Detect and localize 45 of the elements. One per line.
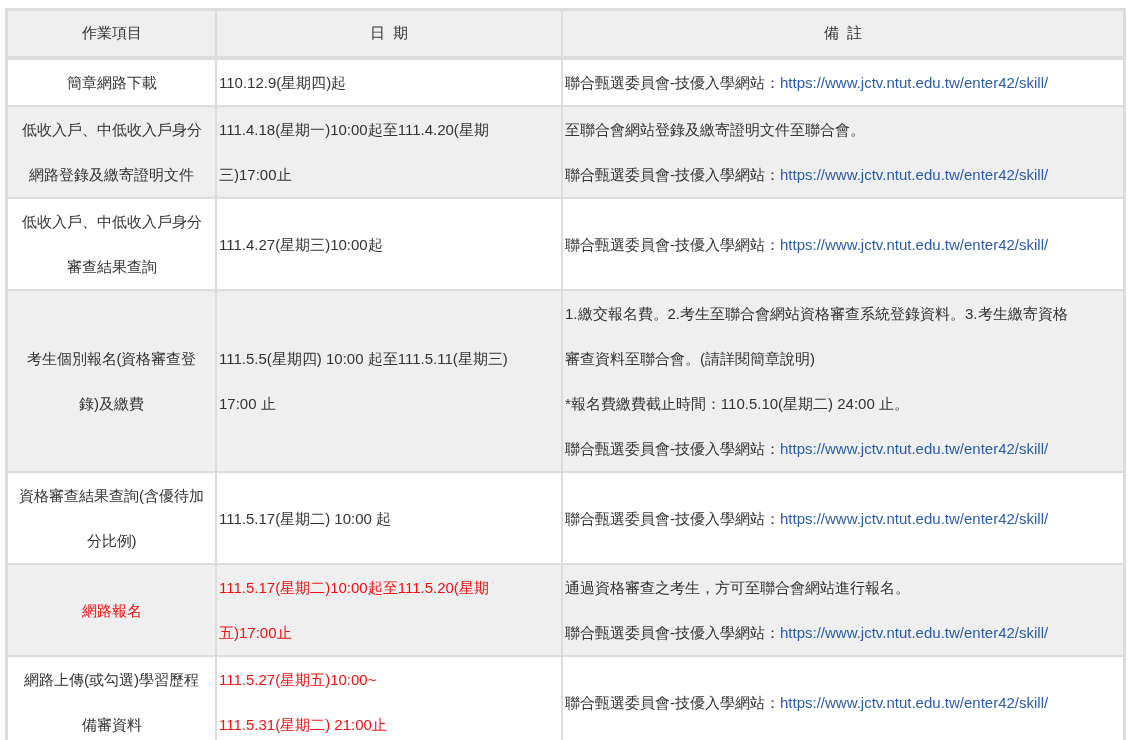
task-name: 網路上傳(或勾選)學習歷程 bbox=[23, 670, 200, 690]
note-text: 聯合甄選委員會-技優入學網站： bbox=[565, 166, 780, 183]
date-text: 三)17:00止 bbox=[219, 165, 293, 185]
note-text: 聯合甄選委員會-技優入學網站： bbox=[565, 693, 780, 711]
task-name: 低收入戶、中低收入戶身分 bbox=[20, 120, 203, 140]
note-text: 審查資料至聯合會。(請詳閱簡章說明) bbox=[565, 350, 815, 367]
date-text: 111.5.5(星期四) 10:00 起至111.5.11(星期三) bbox=[219, 349, 509, 369]
date-text: 111.5.31(星期二) 21:00止 bbox=[219, 715, 388, 735]
task-name: 考生個別報名(資格審查登 bbox=[25, 349, 198, 369]
task-name: 網路登錄及繳寄證明文件 bbox=[28, 165, 195, 185]
website-link[interactable]: https://www.jctv.ntut.edu.tw/enter42/skill/ bbox=[780, 624, 1049, 641]
note-text: 聯合甄選委員會-技優入學網站： bbox=[565, 235, 780, 253]
note-text: 聯合甄選委員會-技優入學網站： bbox=[565, 440, 780, 457]
date-text: 111.4.27(星期三)10:00起 bbox=[219, 234, 384, 255]
website-link[interactable]: https://www.jctv.ntut.edu.tw/enter42/skill/ bbox=[780, 235, 1049, 253]
column-header: 作業項目 bbox=[6, 9, 216, 58]
website-link[interactable]: https://www.jctv.ntut.edu.tw/enter42/skill/ bbox=[780, 440, 1049, 457]
note-text: 聯合甄選委員會-技優入學網站： bbox=[565, 509, 780, 527]
column-header: 日 期 bbox=[216, 9, 562, 58]
task-name: 資格審查結果查詢(含優待加 bbox=[18, 486, 205, 506]
date-text: 111.4.18(星期一)10:00起至111.4.20(星期 bbox=[219, 120, 490, 140]
task-name: 簡章網路下載 bbox=[65, 73, 158, 93]
note-text: 1.繳交報名費。2.考生至聯合會網站資格審查系統登錄資料。3.考生繳寄資格 bbox=[565, 305, 1068, 322]
date-text: 111.5.27(星期五)10:00~ bbox=[219, 670, 378, 690]
column-header: 備 註 bbox=[562, 9, 1125, 58]
note-text: 聯合甄選委員會-技優入學網站： bbox=[565, 74, 780, 91]
date-text: 五)17:00止 bbox=[219, 623, 293, 643]
date-text: 110.12.9(星期四)起 bbox=[219, 73, 348, 93]
date-text: 17:00 止 bbox=[219, 394, 277, 414]
note-text: *報名費繳費截止時間：110.5.10(星期二) 24:00 止。 bbox=[565, 395, 909, 412]
task-name: 備審資料 bbox=[80, 715, 143, 735]
note-text: 通過資格審查之考生，方可至聯合會網站進行報名。 bbox=[565, 579, 910, 596]
note-text: 至聯合會網站登錄及繳寄證明文件至聯合會。 bbox=[565, 121, 865, 138]
website-link[interactable]: https://www.jctv.ntut.edu.tw/enter42/skill/ bbox=[780, 509, 1049, 527]
task-name: 低收入戶、中低收入戶身分 bbox=[20, 212, 203, 232]
website-link[interactable]: https://www.jctv.ntut.edu.tw/enter42/skill/ bbox=[780, 166, 1049, 183]
task-name: 審查結果查詢 bbox=[65, 257, 158, 277]
task-name: 分比例) bbox=[85, 531, 138, 551]
task-name: 網路報名 bbox=[80, 600, 143, 621]
note-text: 聯合甄選委員會-技優入學網站： bbox=[565, 624, 780, 641]
website-link[interactable]: https://www.jctv.ntut.edu.tw/enter42/skill/ bbox=[780, 693, 1049, 711]
date-text: 111.5.17(星期二) 10:00 起 bbox=[219, 508, 393, 529]
website-link[interactable]: https://www.jctv.ntut.edu.tw/enter42/skill/ bbox=[780, 74, 1049, 91]
task-name: 錄)及繳費 bbox=[78, 394, 145, 414]
date-text: 111.5.17(星期二)10:00起至111.5.20(星期 bbox=[219, 578, 490, 598]
